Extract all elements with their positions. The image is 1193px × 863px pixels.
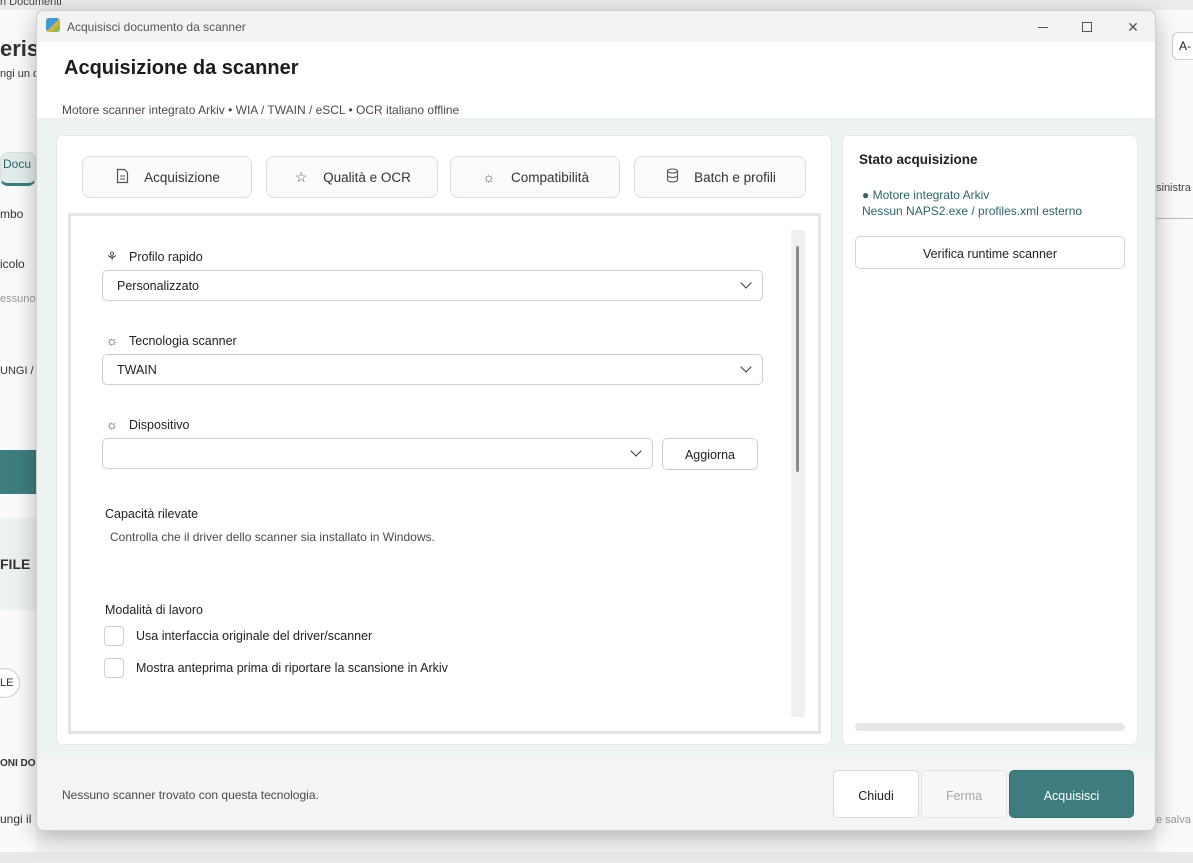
background-text-fragment: FILE xyxy=(0,556,31,572)
window-title: Acquisisci documento da scanner xyxy=(67,20,246,34)
status-panel: Stato acquisizione ● Motore integrato Ar… xyxy=(842,135,1138,745)
background-text-fragment: LE xyxy=(0,677,14,689)
technology-select[interactable]: TWAIN xyxy=(102,354,763,385)
tab-batch-profili[interactable]: Batch e profili xyxy=(634,156,806,198)
minimize-button[interactable] xyxy=(1021,15,1065,39)
acquire-button[interactable]: Acquisisci xyxy=(1009,770,1134,818)
tab-acquisizione[interactable]: Acquisizione xyxy=(82,156,252,198)
background-text-fragment: UNGI / xyxy=(0,365,34,377)
background-teal-button xyxy=(0,450,36,494)
dialog-body: Acquisizione ☆ Qualità e OCR ☼ Compatibi… xyxy=(37,118,1155,758)
scanner-dialog: Acquisisci documento da scanner ✕ Acquis… xyxy=(36,10,1156,831)
background-text-fragment: e salva xyxy=(1156,814,1191,826)
status-title: Stato acquisizione xyxy=(859,152,978,167)
background-text-fragment: ungi il xyxy=(0,812,32,826)
refresh-button[interactable]: Aggiorna xyxy=(662,438,758,470)
status-engine: ● Motore integrato Arkiv xyxy=(862,188,990,202)
stop-button[interactable]: Ferma xyxy=(921,770,1007,818)
native-ui-option[interactable]: Usa interfaccia originale del driver/sca… xyxy=(104,626,372,646)
background-text-fragment: sinistra xyxy=(1156,182,1191,194)
background-title-bar: ri Documenti xyxy=(0,0,1193,10)
background-text-fragment: icolo xyxy=(0,257,25,271)
preview-checkbox[interactable] xyxy=(104,658,124,678)
device-label-text: Dispositivo xyxy=(129,417,190,432)
quick-profile-select[interactable]: Personalizzato xyxy=(102,270,763,301)
quick-profile-value: Personalizzato xyxy=(117,279,199,293)
tab-label: Qualità e OCR xyxy=(323,169,411,185)
preview-label: Mostra anteprima prima di riportare la s… xyxy=(136,661,448,675)
dialog-header: Acquisizione da scanner Motore scanner i… xyxy=(37,42,1155,118)
page-subtitle: Motore scanner integrato Arkiv • WIA / T… xyxy=(62,103,460,117)
background-font-label: A- xyxy=(1179,39,1191,53)
verify-runtime-button[interactable]: Verifica runtime scanner xyxy=(855,236,1125,269)
chevron-down-icon xyxy=(740,277,752,289)
technology-label: ☼ Tecnologia scanner xyxy=(105,333,237,348)
background-text-fragment: mbo xyxy=(0,207,24,221)
sun-icon: ☼ xyxy=(106,417,118,432)
settings-panel: Acquisizione ☆ Qualità e OCR ☼ Compatibi… xyxy=(56,135,832,745)
acquisition-form: ⚘ Profilo rapido Personalizzato ☼ Tecnol… xyxy=(68,213,821,734)
database-icon xyxy=(664,168,680,186)
status-horizontal-scrollbar[interactable] xyxy=(855,723,1125,731)
sun-icon: ☼ xyxy=(106,333,118,348)
background-title: ri Documenti xyxy=(0,0,62,8)
background-text-fragment: essuno xyxy=(0,293,36,305)
page-title: Acquisizione da scanner xyxy=(64,57,299,79)
background-font-button: A- xyxy=(1172,32,1193,60)
footer-status-message: Nessuno scanner trovato con questa tecno… xyxy=(62,788,319,802)
status-external: Nessun NAPS2.exe / profiles.xml esterno xyxy=(862,204,1083,218)
scrollbar-thumb[interactable] xyxy=(796,246,799,472)
background-text-fragment: ONI DO xyxy=(0,758,36,769)
chevron-down-icon xyxy=(740,361,752,373)
minimize-icon xyxy=(1038,26,1048,28)
background-tab-label: Docu xyxy=(3,157,32,171)
background-bottom-strip xyxy=(0,852,1193,863)
background-text-fragment: ngi un d xyxy=(0,68,36,80)
tab-label: Batch e profili xyxy=(694,169,776,185)
form-scrollbar[interactable] xyxy=(791,230,805,717)
native-ui-label: Usa interfaccia originale del driver/sca… xyxy=(136,629,373,643)
background-divider xyxy=(1156,218,1193,219)
document-icon xyxy=(114,168,130,187)
dialog-footer: Nessuno scanner trovato con questa tecno… xyxy=(37,758,1155,830)
device-select[interactable] xyxy=(102,438,653,469)
background-right-pane: A- sinistra e salva xyxy=(1156,10,1193,863)
close-button[interactable]: Chiudi xyxy=(833,770,919,818)
tab-qualita-ocr[interactable]: ☆ Qualità e OCR xyxy=(266,156,438,198)
maximize-icon xyxy=(1082,22,1092,32)
tab-label: Compatibilità xyxy=(510,169,590,185)
native-ui-checkbox[interactable] xyxy=(104,626,124,646)
capabilities-title: Capacità rilevate xyxy=(105,507,199,521)
quick-profile-label-text: Profilo rapido xyxy=(129,250,203,264)
profile-icon: ⚘ xyxy=(106,249,118,264)
tab-compatibilita[interactable]: ☼ Compatibilità xyxy=(450,156,620,198)
work-mode-title: Modalità di lavoro xyxy=(105,603,203,617)
tab-label: Acquisizione xyxy=(144,169,220,185)
star-icon: ☆ xyxy=(294,168,308,185)
maximize-button[interactable] xyxy=(1065,15,1109,39)
status-text: ● Motore integrato Arkiv Nessun NAPS2.ex… xyxy=(862,187,1082,219)
close-icon: ✕ xyxy=(1127,18,1139,35)
technology-label-text: Tecnologia scanner xyxy=(129,333,237,348)
window-title-bar[interactable]: Acquisisci documento da scanner ✕ xyxy=(37,11,1155,42)
technology-value: TWAIN xyxy=(117,363,157,377)
preview-option[interactable]: Mostra anteprima prima di riportare la s… xyxy=(104,658,448,678)
app-icon xyxy=(46,18,60,32)
sun-icon: ☼ xyxy=(482,169,496,185)
capabilities-hint: Controlla che il driver dello scanner si… xyxy=(110,530,435,544)
background-left-pane: eris ngi un d Docu mbo icolo essuno UNGI… xyxy=(0,10,36,863)
quick-profile-label: ⚘ Profilo rapido xyxy=(105,249,203,265)
background-heading-fragment: eris xyxy=(0,36,36,61)
chevron-down-icon xyxy=(630,445,642,457)
device-label: ☼ Dispositivo xyxy=(105,417,189,432)
close-window-button[interactable]: ✕ xyxy=(1111,15,1155,39)
